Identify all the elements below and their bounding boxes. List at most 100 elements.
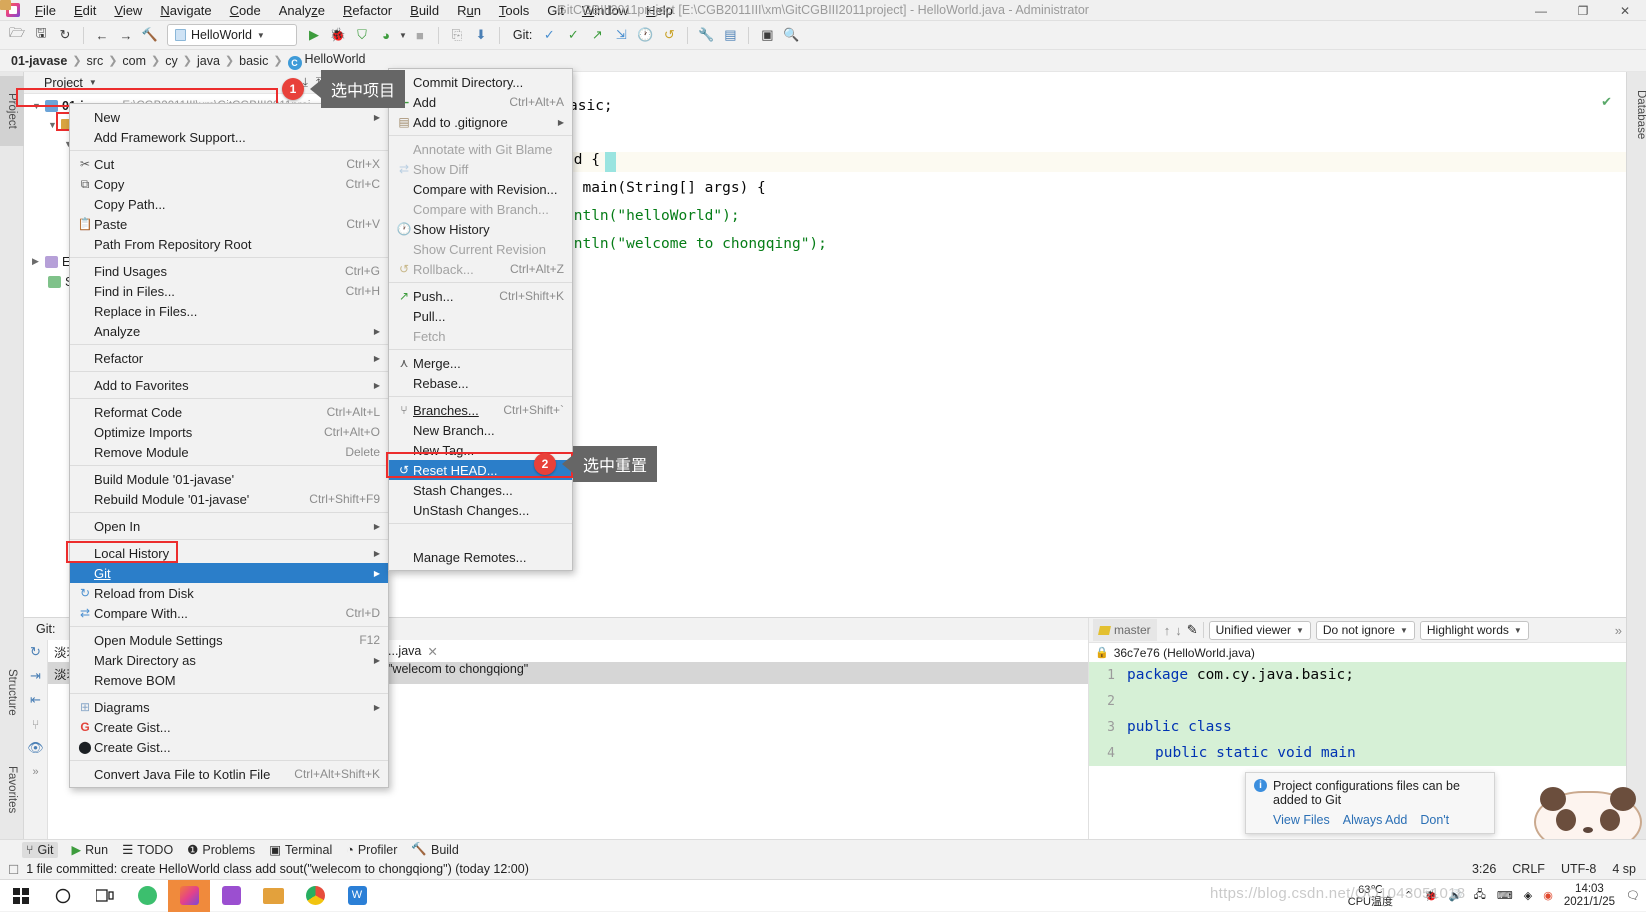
chrome-icon[interactable] (294, 880, 336, 912)
git-item-merge[interactable]: ⋏ Merge... (389, 353, 572, 373)
ctx-item-find-usages[interactable]: Find Usages Ctrl+G (70, 261, 388, 281)
task-view-icon[interactable] (84, 880, 126, 912)
close-button[interactable]: ✕ (1604, 0, 1646, 21)
history-icon[interactable]: 🕐 (634, 24, 656, 46)
highlight-mode-dropdown[interactable]: Highlight words ▼ (1419, 620, 1529, 640)
tray-icon-input[interactable]: ⌨ (1497, 889, 1513, 902)
breadcrumb-item-0[interactable]: 01-javase (8, 54, 70, 68)
ctx-item-copy-path[interactable]: Copy Path... (70, 194, 388, 214)
update-project-icon[interactable]: ✓ (538, 24, 560, 46)
ctx-item-analyze[interactable]: Analyze ▶ (70, 321, 388, 341)
tool-window-build[interactable]: 🔨 Build (411, 842, 458, 857)
breadcrumb-item-4[interactable]: java (194, 54, 223, 68)
rollback-icon[interactable]: ↺ (658, 24, 680, 46)
close-icon-file-tab[interactable]: ✕ (427, 644, 437, 659)
tree-expander-icon[interactable]: ▼ (32, 101, 41, 111)
line-separator[interactable]: CRLF (1512, 862, 1545, 876)
search-icon[interactable]: 🔍 (780, 24, 802, 46)
collapse-icon[interactable]: ⇥ (24, 664, 47, 688)
git-item-commit-directory[interactable]: Commit Directory... (389, 72, 572, 92)
wrench-icon[interactable]: 🔧 (695, 24, 717, 46)
ctx-item-local-history[interactable]: Local History ▶ (70, 543, 388, 563)
tray-icon-network[interactable]: 🖧 (1474, 886, 1486, 905)
ctx-item-cut[interactable]: ✂ Cut Ctrl+X (70, 154, 388, 174)
git-item-show-history[interactable]: 🕐 Show History (389, 219, 572, 239)
diff-file-tab[interactable]: ...java ✕ (388, 640, 438, 662)
git-item-clone[interactable]: Manage Remotes... (389, 547, 572, 567)
menu-window[interactable]: Window (573, 1, 637, 20)
eye-icon[interactable]: 👁 (24, 736, 47, 760)
ctx-item-find-in-files[interactable]: Find in Files... Ctrl+H (70, 281, 388, 301)
menu-view[interactable]: View (105, 1, 151, 20)
menu-run[interactable]: Run (448, 1, 490, 20)
down-arrow-icon[interactable]: ↓ (1175, 623, 1182, 638)
explorer-icon[interactable] (252, 880, 294, 912)
maximize-button[interactable]: ❐ (1562, 0, 1604, 21)
debug-icon[interactable]: 🐞 (327, 24, 349, 46)
expand-icon[interactable]: ⇤ (24, 688, 47, 712)
always-add-link[interactable]: Always Add (1343, 813, 1408, 827)
ctx-item-create-gist-github[interactable]: ⬤ Create Gist... (70, 737, 388, 757)
ctx-item-create-gist-gitlab[interactable]: G Create Gist... (70, 717, 388, 737)
branch-filter-icon[interactable]: ⑂ (24, 712, 47, 736)
save-icon[interactable]: 🖫 (30, 24, 52, 46)
browser-green-icon[interactable] (126, 880, 168, 912)
ctx-item-copy[interactable]: ⧉ Copy Ctrl+C (70, 174, 388, 194)
windows-start-icon[interactable] (0, 880, 42, 912)
caret-position[interactable]: 3:26 (1472, 862, 1496, 876)
tree-expander-icon-src[interactable]: ▼ (48, 120, 57, 130)
ctx-item-remove-module[interactable]: Remove Module Delete (70, 442, 388, 462)
git-item-manage-remotes[interactable] (389, 527, 572, 547)
ctx-item-open-in[interactable]: Open In ▶ (70, 516, 388, 536)
ctx-item-open-module-settings[interactable]: Open Module Settings F12 (70, 630, 388, 650)
menu-git[interactable]: Git (538, 1, 573, 20)
project-context-menu[interactable]: New ▶ Add Framework Support... ✂ Cut Ctrl+X… (69, 103, 389, 788)
git-item-new-branch[interactable]: New Branch... (389, 420, 572, 440)
indent-size[interactable]: 4 sp (1612, 862, 1636, 876)
viewer-mode-dropdown[interactable]: Unified viewer ▼ (1208, 620, 1311, 640)
menu-tools[interactable]: Tools (490, 1, 538, 20)
menu-build[interactable]: Build (401, 1, 448, 20)
refresh-icon[interactable]: ↻ (24, 640, 47, 664)
folder-open-icon[interactable]: 🗁 (6, 24, 28, 46)
sidebar-item-project[interactable]: Project (0, 76, 24, 146)
tool-window-run[interactable]: ▶ Run (72, 842, 109, 858)
minimize-button[interactable]: — (1520, 0, 1562, 21)
file-encoding[interactable]: UTF-8 (1561, 862, 1596, 876)
git-item-stash-changes[interactable]: Stash Changes... (389, 480, 572, 500)
sidebar-item-structure[interactable]: Structure (0, 652, 24, 732)
git-item-branches[interactable]: ⑂ Branches... Ctrl+Shift+` (389, 400, 572, 420)
ignore-mode-dropdown[interactable]: Do not ignore ▼ (1315, 620, 1415, 640)
notification-center-icon[interactable]: 🗨 (1626, 889, 1640, 902)
menu-refactor[interactable]: Refactor (334, 1, 401, 20)
git-item-add-gitignore[interactable]: ▤ Add to .gitignore ▶ (389, 112, 572, 132)
git-item-rebase[interactable]: Rebase... (389, 373, 572, 393)
tray-icon-misc[interactable]: ◈ (1524, 889, 1532, 902)
ctx-item-mark-directory-as[interactable]: Mark Directory as ▶ (70, 650, 388, 670)
tool-window-problems[interactable]: ❶ Problems (187, 842, 255, 858)
menu-code[interactable]: Code (221, 1, 270, 20)
ctx-item-replace-in-files[interactable]: Replace in Files... (70, 301, 388, 321)
tool-window-profiler[interactable]: ◔ Profiler (346, 843, 397, 857)
tool-window-terminal[interactable]: ▣ Terminal (269, 842, 332, 858)
ctx-item-compare-with[interactable]: ⇄ Compare With... Ctrl+D (70, 603, 388, 623)
up-arrow-icon[interactable]: ↑ (1164, 623, 1171, 638)
search-circle-icon[interactable] (42, 880, 84, 912)
preview-icon[interactable]: ⎘ (446, 24, 468, 46)
forward-arrow-icon[interactable]: → (115, 24, 137, 46)
more-icon[interactable]: » (24, 760, 47, 784)
tree-expander-icon-ext[interactable]: ▶ (32, 256, 41, 267)
ctx-item-rebuild-module[interactable]: Rebuild Module '01-javase' Ctrl+Shift+F9 (70, 489, 388, 509)
tool-window-git[interactable]: ⑂ Git (22, 841, 58, 858)
ctx-item-optimize-imports[interactable]: Optimize Imports Ctrl+Alt+O (70, 422, 388, 442)
run-icon[interactable]: ▶ (303, 24, 325, 46)
chevron-down-icon-profile[interactable]: ▼ (399, 31, 407, 40)
sidebar-item-database[interactable]: Database (1627, 80, 1646, 150)
git-item-push[interactable]: ↗ Push... Ctrl+Shift+K (389, 286, 572, 306)
structure-icon[interactable]: ▤ (719, 24, 741, 46)
breadcrumb-item-2[interactable]: com (119, 54, 149, 68)
breadcrumb-item-5[interactable]: basic (236, 54, 271, 68)
ctx-item-build-module[interactable]: Build Module '01-javase' (70, 469, 388, 489)
run-configuration-selector[interactable]: HelloWorld ▼ (167, 24, 297, 46)
ctx-item-path-repo-root[interactable]: Path From Repository Root (70, 234, 388, 254)
